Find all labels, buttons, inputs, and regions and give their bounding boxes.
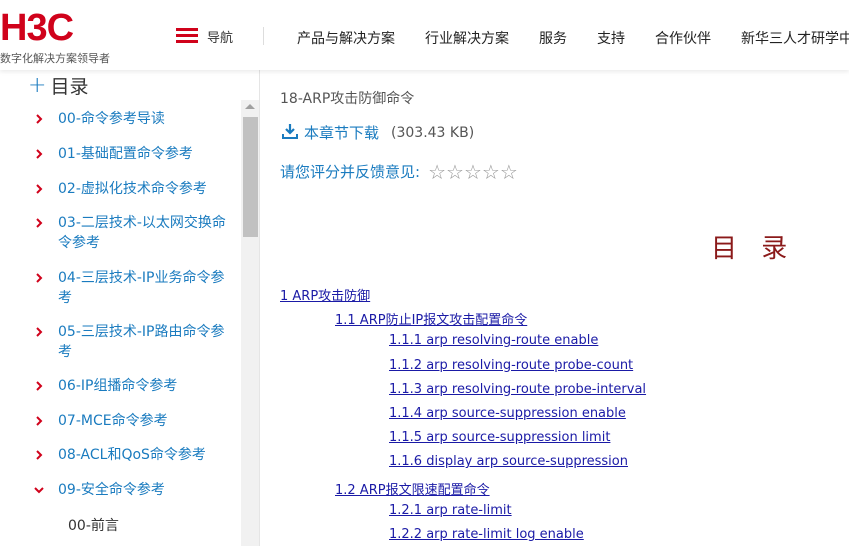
nav-item-service[interactable]: 服务 [539, 28, 567, 48]
chevron-right-icon[interactable] [33, 180, 45, 199]
chevron-right-icon[interactable] [33, 110, 45, 129]
toc-header: + 目录 [28, 72, 88, 99]
toc-link[interactable]: 1.1 ARP防止IP报文攻击配置命令 [335, 309, 527, 328]
toc-link[interactable]: 1.1.3 arp resolving-route probe-interval [389, 382, 646, 397]
toc-link[interactable]: 1.2 ARP报文限速配置命令 [335, 479, 490, 498]
document-title: 目 录 [711, 234, 796, 264]
main-content: 18-ARP攻击防御命令 本章节下载 (303.43 KB) 请您评分并反馈意见… [280, 70, 849, 546]
toc-link[interactable]: 1.1.1 arp resolving-route enable [389, 333, 598, 348]
chevron-right-icon[interactable] [33, 269, 45, 288]
star-icon[interactable]: ☆ [428, 162, 446, 182]
rating-row: 请您评分并反馈意见: ☆ ☆ ☆ ☆ ☆ [280, 161, 518, 182]
toc-link[interactable]: 1.1.4 arp source-suppression enable [389, 406, 626, 421]
toc-item-label: 04-三层技术-IP业务命令参考 [58, 270, 225, 306]
toc-link[interactable]: 1.2.1 arp rate-limit [389, 503, 512, 518]
toc-item-label: 03-二层技术-以太网交换命令参考 [58, 215, 226, 251]
toc-item-label: 00-命令参考导读 [58, 111, 165, 127]
chevron-right-icon[interactable] [33, 323, 45, 342]
toc-item-label: 09-安全命令参考 [58, 482, 165, 498]
star-rating: ☆ ☆ ☆ ☆ ☆ [428, 162, 518, 182]
toc-link[interactable]: 1.1.2 arp resolving-route probe-count [389, 358, 633, 373]
logo-tagline: 数字化解决方案领导者 [0, 52, 110, 65]
chevron-right-icon[interactable] [33, 145, 45, 164]
toc-item-label: 05-三层技术-IP路由命令参考 [58, 324, 225, 360]
star-icon[interactable]: ☆ [482, 162, 500, 182]
download-link[interactable]: 本章节下载 [304, 122, 379, 143]
site-header: H3C 数字化解决方案领导者 导航 产品与解决方案 行业解决方案 服务 支持 合… [0, 0, 849, 70]
toc-title: 目录 [50, 76, 89, 98]
star-icon[interactable]: ☆ [446, 162, 464, 182]
toc-item-label: 06-IP组播命令参考 [58, 378, 178, 394]
nav-item-talent[interactable]: 新华三人才研学中 [741, 28, 849, 48]
nav-item-support[interactable]: 支持 [597, 28, 625, 48]
nav-item-industry[interactable]: 行业解决方案 [425, 28, 509, 48]
nav-menu-button[interactable]: 导航 [176, 27, 234, 46]
nav-item-products[interactable]: 产品与解决方案 [297, 28, 395, 48]
star-icon[interactable]: ☆ [500, 162, 518, 182]
nav-divider [263, 27, 264, 45]
toc-item-label: 01-基础配置命令参考 [58, 146, 193, 162]
toc-link[interactable]: 1 ARP攻击防御 [280, 285, 370, 304]
toc-link[interactable]: 1.1.6 display arp source-suppression [389, 454, 628, 469]
nav-item-partners[interactable]: 合作伙伴 [655, 28, 711, 48]
toc-subitem-preface[interactable]: 00-前言 [68, 515, 119, 535]
h3c-logo[interactable]: H3C 数字化解决方案领导者 [0, 6, 124, 65]
chevron-right-icon[interactable] [33, 412, 45, 431]
download-size: (303.43 KB) [391, 124, 475, 141]
chapter-breadcrumb: 18-ARP攻击防御命令 [280, 91, 415, 107]
hamburger-icon [176, 28, 198, 44]
nav-menu-label: 导航 [207, 30, 234, 46]
star-icon[interactable]: ☆ [464, 162, 482, 182]
toc-link[interactable]: 1.2.2 arp rate-limit log enable [389, 527, 584, 542]
chapter-download: 本章节下载 (303.43 KB) [282, 122, 474, 143]
download-icon[interactable] [282, 123, 298, 143]
chevron-down-icon[interactable] [33, 481, 45, 500]
chevron-right-icon[interactable] [33, 214, 45, 233]
toc-item-label: 08-ACL和QoS命令参考 [58, 447, 206, 463]
scroll-up-arrow-icon[interactable] [245, 104, 255, 109]
toc-sidebar: + 目录 00-命令参考导读 01-基础配置命令参考 02-虚拟化技术命令参考 03-… [0, 70, 260, 546]
chevron-right-icon[interactable] [33, 446, 45, 465]
plus-icon[interactable]: + [28, 74, 46, 97]
sidebar-scroll-thumb[interactable] [243, 117, 258, 237]
toc-item-label: 02-虚拟化技术命令参考 [58, 181, 207, 197]
logo-mark: H3C [0, 7, 74, 49]
chevron-right-icon[interactable] [33, 377, 45, 396]
toc-link[interactable]: 1.1.5 arp source-suppression limit [389, 430, 610, 445]
rating-label: 请您评分并反馈意见: [280, 163, 421, 181]
toc-item-label: 07-MCE命令参考 [58, 413, 168, 429]
